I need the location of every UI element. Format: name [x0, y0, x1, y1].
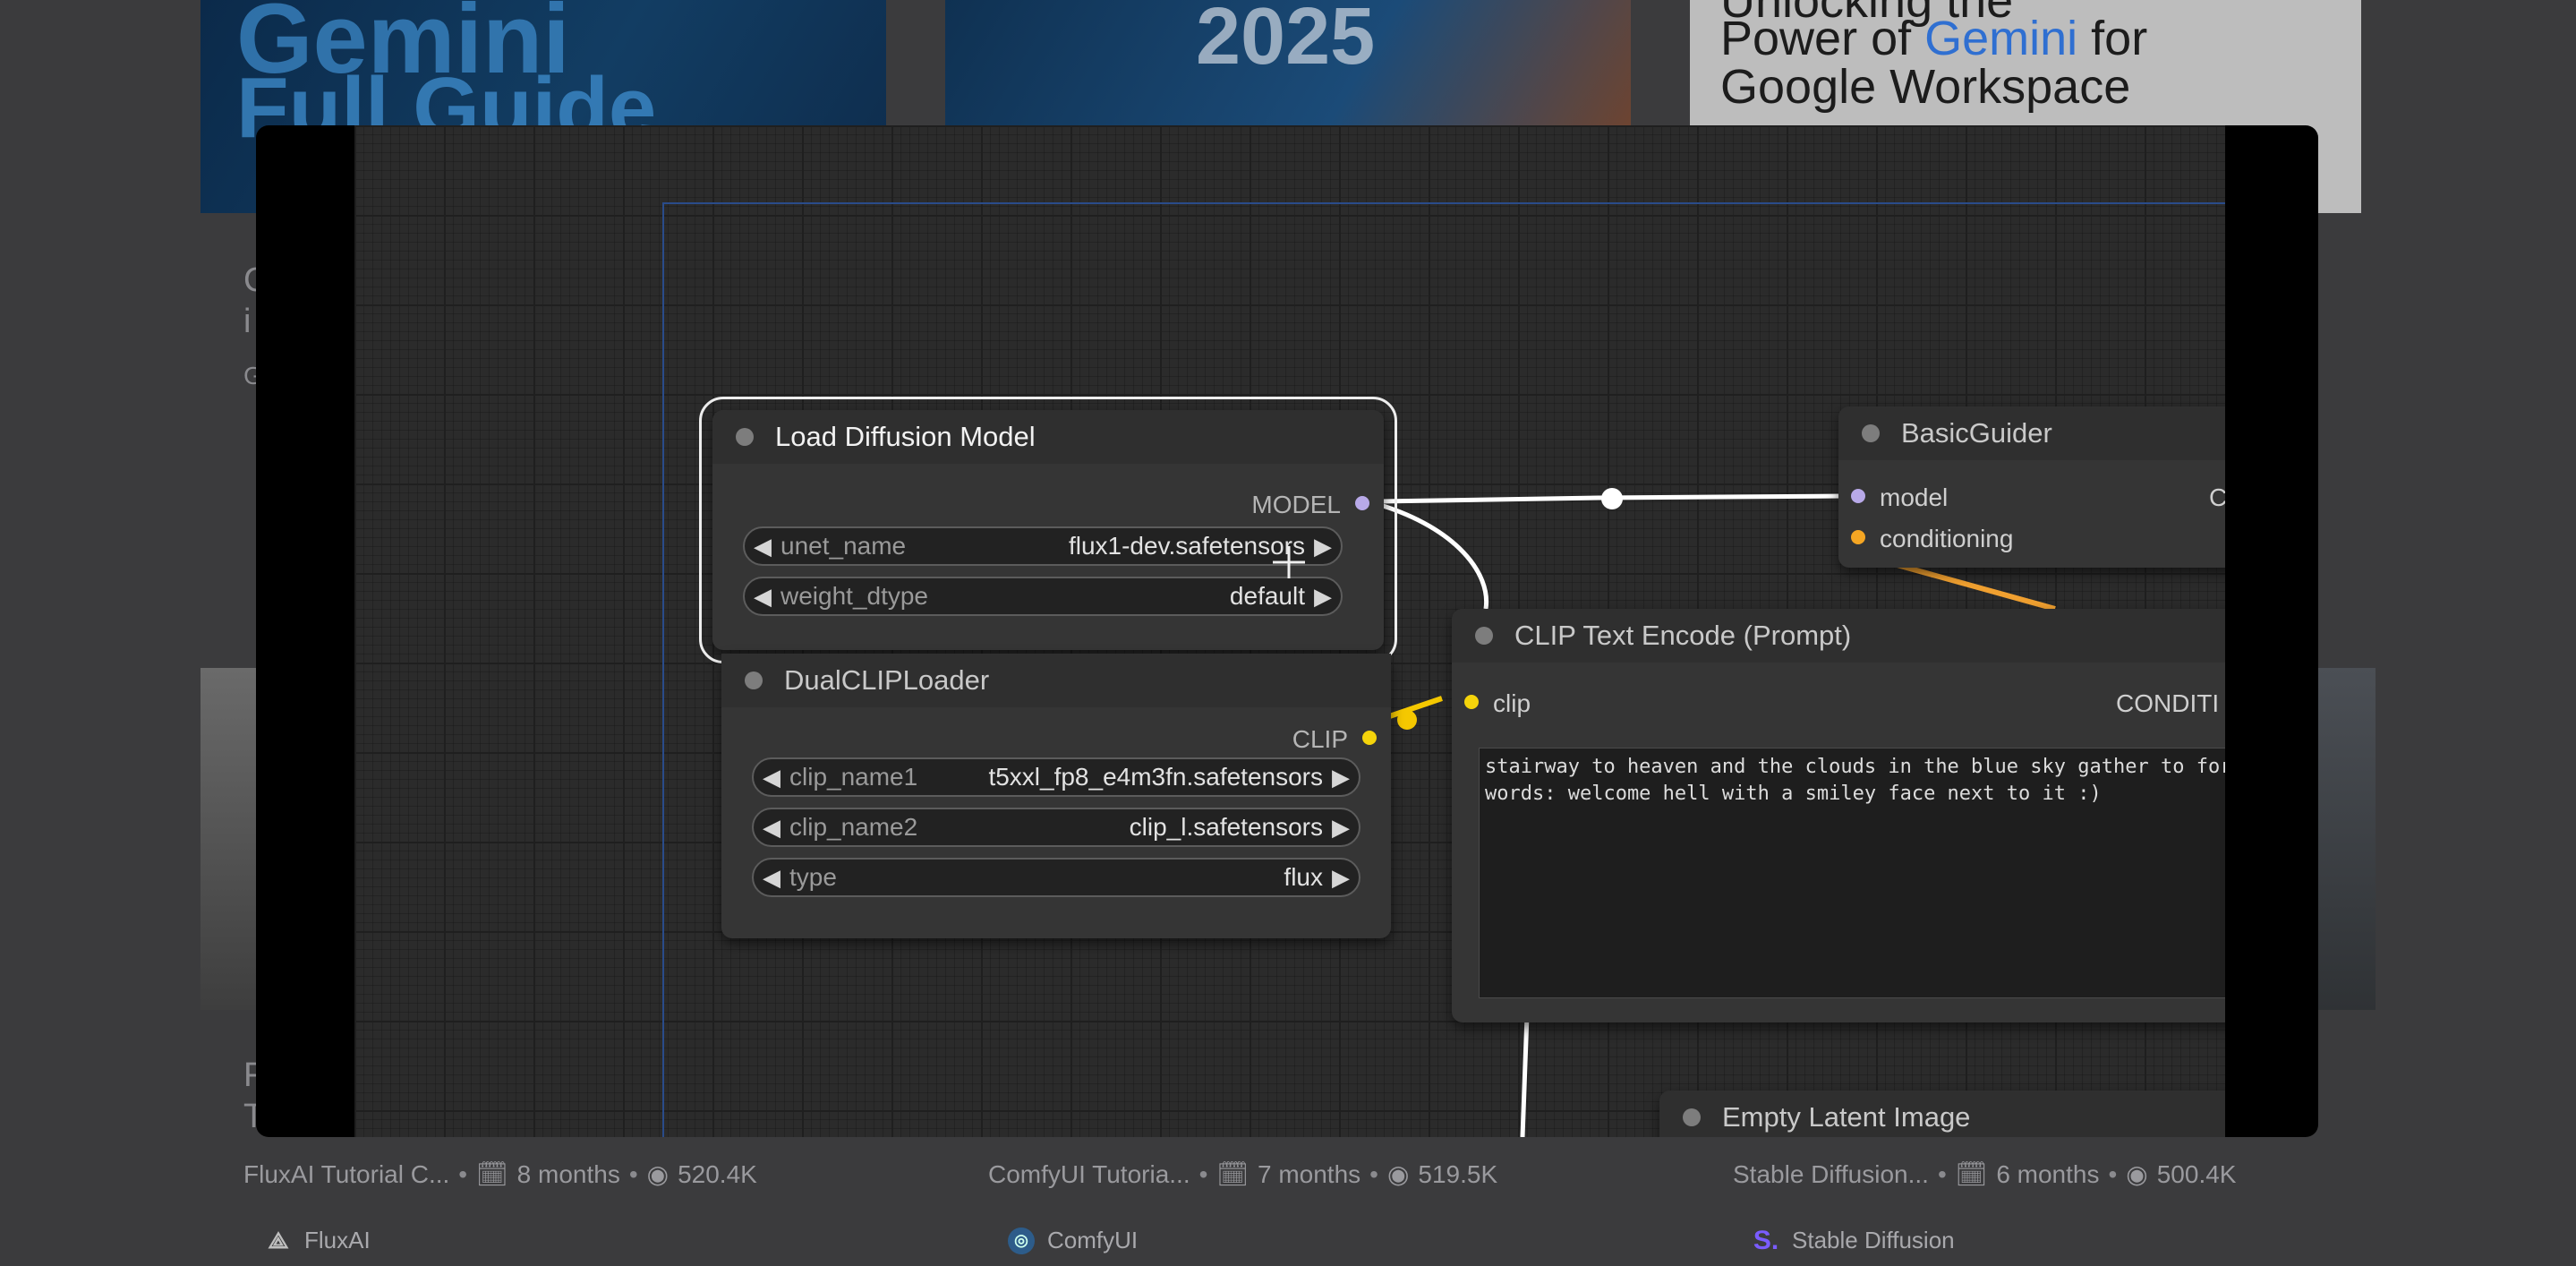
- eye-icon: ◉: [2126, 1160, 2148, 1188]
- node-title: CLIP Text Encode (Prompt): [1514, 620, 1852, 651]
- wire-conditioning: [1893, 561, 2056, 612]
- view-count: 519.5K: [1418, 1159, 1498, 1188]
- calendar-icon: 🗓: [1955, 1160, 1988, 1188]
- brand-link-comfyui[interactable]: ◎ ComfyUI: [1008, 1227, 1138, 1254]
- output-label-clip: CLIP: [1292, 725, 1348, 753]
- eye-icon: ◉: [1386, 1160, 1410, 1188]
- channel-name[interactable]: FluxAI Tutorial C...: [243, 1160, 449, 1189]
- brand-name: ComfyUI: [1047, 1227, 1139, 1253]
- brand-name: Stable Diffusion: [1792, 1227, 1955, 1253]
- node-collapse-dot[interactable]: [1862, 424, 1880, 442]
- brand-link-stable-diffusion[interactable]: S. Stable Diffusion: [1753, 1225, 1955, 1255]
- input-slot-model[interactable]: [1851, 489, 1865, 503]
- card-meta-2: ComfyUI Tutoria... • 🗓 7 months • ◉ 519.…: [988, 1159, 1498, 1189]
- widget-weight-dtype[interactable]: ◀ weight_dtype default ▶: [743, 577, 1343, 616]
- node-collapse-dot[interactable]: [736, 428, 754, 446]
- arrow-right-icon[interactable]: ▶: [1323, 764, 1359, 791]
- video-modal[interactable]: Load Diffusion Model MODEL ◀ unet_name f…: [256, 125, 2318, 1137]
- wire-model-midpoint: [1601, 488, 1623, 509]
- node-header[interactable]: BasicGuider: [1838, 406, 2225, 460]
- node-title: Empty Latent Image: [1722, 1101, 1971, 1133]
- node-basic-guider[interactable]: BasicGuider model conditioning C: [1838, 406, 2225, 568]
- widget-clip-name2[interactable]: ◀ clip_name2 clip_l.safetensors ▶: [752, 808, 1361, 847]
- fluxai-logo-icon: ⟁: [268, 1226, 289, 1253]
- node-header[interactable]: CLIP Text Encode (Prompt): [1452, 609, 2225, 663]
- stable-diffusion-logo-icon: S.: [1753, 1225, 1779, 1255]
- node-load-diffusion-model[interactable]: Load Diffusion Model MODEL ◀ unet_name f…: [699, 397, 1397, 663]
- arrow-right-icon[interactable]: ▶: [1305, 533, 1341, 560]
- prompt-textarea[interactable]: stairway to heaven and the clouds in the…: [1479, 748, 2225, 998]
- output-slot-model[interactable]: [1355, 496, 1369, 510]
- eye-icon: ◉: [646, 1160, 670, 1188]
- view-count: 500.4K: [2156, 1159, 2237, 1188]
- node-empty-latent-image[interactable]: Empty Latent Image: [1659, 1091, 2225, 1137]
- comfyui-logo-icon: ◎: [1008, 1227, 1035, 1254]
- arrow-right-icon[interactable]: ▶: [1323, 814, 1359, 842]
- output-label-fragment: C: [2209, 483, 2225, 511]
- node-collapse-dot[interactable]: [745, 671, 763, 689]
- widget-type[interactable]: ◀ type flux ▶: [752, 858, 1361, 897]
- video-age: 7 months: [1257, 1159, 1361, 1188]
- wire-latent-down: [1520, 1014, 1530, 1137]
- node-dual-clip-loader[interactable]: DualCLIPLoader CLIP ◀ clip_name1 t5xxl_f…: [721, 654, 1391, 938]
- video-age: 8 months: [516, 1159, 620, 1188]
- view-count: 520.4K: [678, 1159, 757, 1188]
- output-label-model: MODEL: [1251, 491, 1341, 518]
- arrow-right-icon[interactable]: ▶: [1323, 864, 1359, 892]
- card-title-fragment-2: i: [243, 303, 252, 340]
- arrow-left-icon[interactable]: ◀: [754, 764, 789, 791]
- thumbnail-line2: Google Workspace: [1720, 60, 2131, 114]
- input-label-model: model: [1880, 483, 1949, 511]
- wire-model-down: [1379, 502, 1489, 610]
- arrow-left-icon[interactable]: ◀: [754, 864, 789, 892]
- node-header[interactable]: DualCLIPLoader: [721, 654, 1391, 707]
- node-clip-text-encode[interactable]: CLIP Text Encode (Prompt) clip CONDITI s…: [1452, 609, 2225, 1022]
- node-collapse-dot[interactable]: [1475, 627, 1493, 645]
- arrow-left-icon[interactable]: ◀: [754, 814, 789, 842]
- arrow-left-icon[interactable]: ◀: [745, 583, 780, 611]
- node-header[interactable]: Load Diffusion Model: [712, 410, 1384, 464]
- arrow-left-icon[interactable]: ◀: [745, 533, 780, 560]
- node-title: BasicGuider: [1901, 417, 2052, 449]
- input-label-conditioning: conditioning: [1880, 525, 2014, 552]
- widget-unet-name[interactable]: ◀ unet_name flux1-dev.safetensors ▶: [743, 526, 1343, 566]
- crosshair-cursor-icon: [1273, 546, 1305, 578]
- card-meta-3: Stable Diffusion... • 🗓 6 months • ◉ 500…: [1733, 1159, 2237, 1189]
- channel-name[interactable]: Stable Diffusion...: [1733, 1160, 1929, 1189]
- node-title: DualCLIPLoader: [784, 664, 990, 696]
- node-title: Load Diffusion Model: [775, 421, 1036, 452]
- node-collapse-dot[interactable]: [1683, 1108, 1701, 1126]
- input-slot-clip[interactable]: [1464, 695, 1479, 709]
- thumbnail-year: 2025: [1196, 0, 1376, 81]
- calendar-icon: 🗓: [1216, 1160, 1249, 1188]
- video-age: 6 months: [1996, 1159, 2100, 1188]
- card-meta-1: FluxAI Tutorial C... • 🗓 8 months • ◉ 52…: [243, 1159, 757, 1189]
- output-slot-clip[interactable]: [1362, 731, 1377, 745]
- node-header[interactable]: Empty Latent Image: [1659, 1091, 2225, 1137]
- video-thumbnail-2025[interactable]: 2025: [945, 0, 1631, 125]
- output-label-conditioning: CONDITI: [2116, 689, 2220, 717]
- channel-name[interactable]: ComfyUI Tutoria...: [988, 1160, 1190, 1189]
- wire-clip-midpoint: [1397, 710, 1417, 730]
- calendar-icon: 🗓: [476, 1160, 508, 1188]
- input-slot-conditioning[interactable]: [1851, 530, 1865, 544]
- input-label-clip: clip: [1493, 689, 1531, 717]
- video-frame-comfyui-canvas[interactable]: Load Diffusion Model MODEL ◀ unet_name f…: [354, 125, 2225, 1137]
- arrow-right-icon[interactable]: ▶: [1305, 583, 1341, 611]
- brand-name: FluxAI: [304, 1227, 371, 1253]
- thumbnail-line1: Power of Gemini for: [1720, 12, 2148, 65]
- widget-clip-name1[interactable]: ◀ clip_name1 t5xxl_fp8_e4m3fn.safetensor…: [752, 757, 1361, 797]
- brand-link-fluxai[interactable]: ⟁ FluxAI: [265, 1226, 371, 1254]
